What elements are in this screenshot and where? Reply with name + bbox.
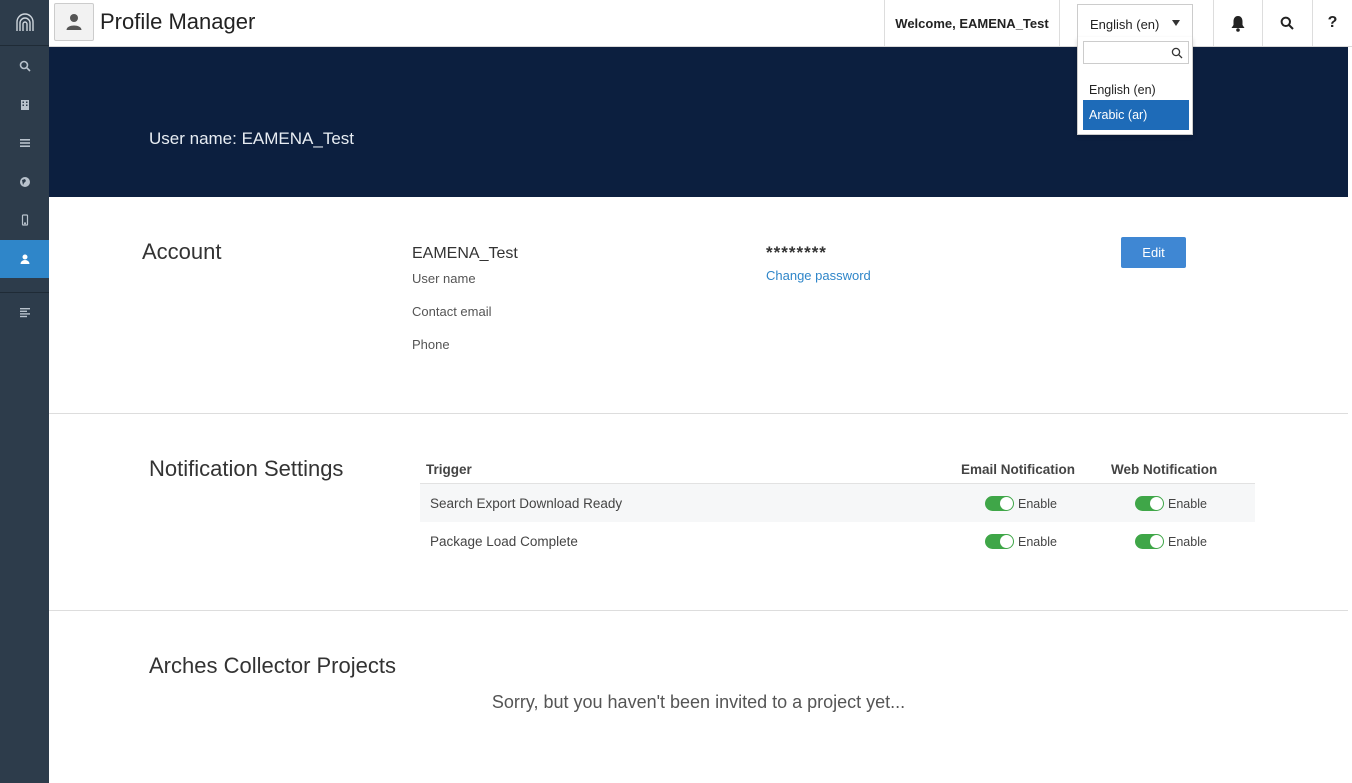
trigger-name: Search Export Download Ready bbox=[430, 496, 623, 511]
collector-projects-section: Arches Collector Projects Sorry, but you… bbox=[49, 611, 1348, 783]
password-value: ******** bbox=[766, 243, 827, 262]
welcome-text: Welcome, EAMENA_Test bbox=[884, 0, 1060, 46]
toggle-label: Enable bbox=[1018, 534, 1057, 549]
toggle-switch[interactable] bbox=[985, 496, 1014, 511]
toggle-switch[interactable] bbox=[985, 534, 1014, 549]
toggle-switch[interactable] bbox=[1135, 496, 1164, 511]
language-option-arabic[interactable]: Arabic (ar) bbox=[1083, 100, 1189, 130]
toggle-label: Enable bbox=[1168, 534, 1207, 549]
contact-email-label: Contact email bbox=[412, 304, 492, 319]
account-section: Account EAMENA_Test User name Contact em… bbox=[49, 197, 1348, 414]
arches-logo-icon[interactable] bbox=[0, 0, 49, 46]
notification-settings-section: Notification Settings Trigger Email Noti… bbox=[49, 414, 1348, 611]
table-row: Package Load Complete Enable Enable bbox=[420, 522, 1255, 560]
notification-table: Trigger Email Notification Web Notificat… bbox=[420, 460, 1255, 560]
help-icon[interactable]: ? bbox=[1312, 0, 1352, 46]
sidebar-search-icon[interactable] bbox=[0, 47, 49, 86]
edit-button[interactable]: Edit bbox=[1121, 237, 1186, 268]
sidebar-user-icon[interactable] bbox=[0, 239, 49, 278]
column-trigger: Trigger bbox=[426, 462, 472, 477]
notification-settings-heading: Notification Settings bbox=[149, 456, 344, 481]
sidebar-globe-icon[interactable] bbox=[0, 163, 49, 202]
toggle-label: Enable bbox=[1168, 496, 1207, 511]
sidebar-menu-icon[interactable] bbox=[0, 293, 49, 332]
toggle-switch[interactable] bbox=[1135, 534, 1164, 549]
account-name-value: EAMENA_Test bbox=[412, 245, 518, 262]
web-notification-toggle[interactable]: Enable bbox=[1135, 496, 1207, 511]
sidebar bbox=[0, 0, 49, 783]
empty-projects-message: Sorry, but you haven't been invited to a… bbox=[491, 692, 906, 712]
table-row: Search Export Download Ready Enable Enab… bbox=[420, 484, 1255, 522]
phone-label: Phone bbox=[412, 337, 450, 352]
notifications-bell-icon[interactable] bbox=[1213, 0, 1261, 46]
user-avatar-icon[interactable] bbox=[54, 3, 94, 41]
username-label: User name bbox=[412, 271, 476, 286]
sidebar-list-icon[interactable] bbox=[0, 124, 49, 163]
sidebar-mobile-icon[interactable] bbox=[0, 201, 49, 240]
column-email-notification: Email Notification bbox=[961, 462, 1076, 477]
banner-username: User name: EAMENA_Test bbox=[149, 129, 355, 148]
collector-projects-heading: Arches Collector Projects bbox=[149, 653, 396, 678]
notification-table-header: Trigger Email Notification Web Notificat… bbox=[420, 460, 1255, 484]
column-web-notification: Web Notification bbox=[1111, 462, 1218, 477]
language-dropdown: English (en) Arabic (ar) bbox=[1077, 37, 1193, 135]
email-notification-toggle[interactable]: Enable bbox=[985, 534, 1057, 549]
page-title: Profile Manager bbox=[100, 9, 256, 34]
sidebar-building-icon[interactable] bbox=[0, 86, 49, 125]
web-notification-toggle[interactable]: Enable bbox=[1135, 534, 1207, 549]
toggle-label: Enable bbox=[1018, 496, 1057, 511]
chevron-down-icon bbox=[1172, 20, 1180, 26]
change-password-link[interactable]: Change password bbox=[766, 268, 871, 283]
language-select-value: English (en) bbox=[1090, 17, 1160, 32]
trigger-name: Package Load Complete bbox=[430, 534, 578, 549]
search-icon[interactable] bbox=[1262, 0, 1310, 46]
language-search-input[interactable] bbox=[1083, 41, 1189, 64]
account-heading: Account bbox=[142, 239, 222, 264]
email-notification-toggle[interactable]: Enable bbox=[985, 496, 1057, 511]
